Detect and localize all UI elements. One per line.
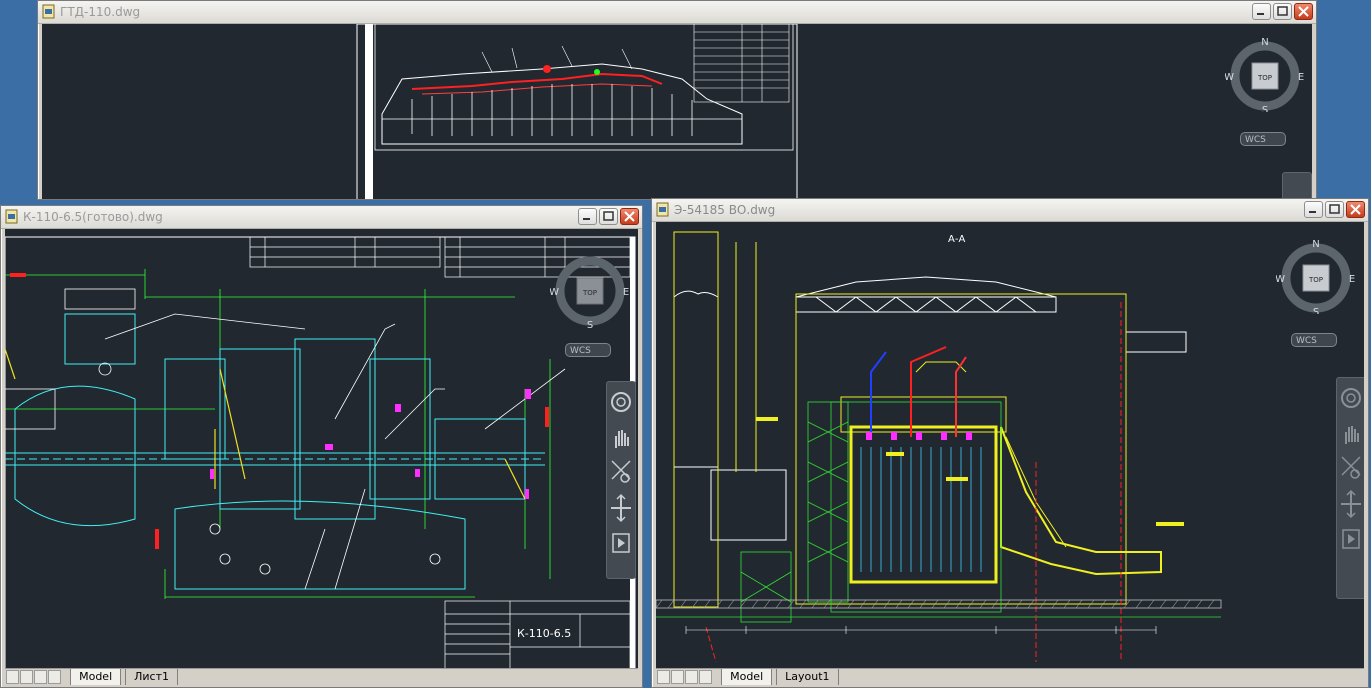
- caption-buttons: [576, 208, 639, 226]
- navigation-bar[interactable]: [1282, 172, 1312, 199]
- compass-south: S: [1262, 105, 1268, 112]
- tab-last-button[interactable]: [48, 670, 61, 684]
- caption-buttons: [1250, 3, 1313, 21]
- titlebar-gtd110[interactable]: ГТД-110.dwg: [38, 1, 1316, 24]
- minimize-button[interactable]: [1304, 201, 1323, 218]
- minimize-button[interactable]: [1252, 3, 1271, 20]
- layout-tabs: Model Лист1: [5, 668, 638, 687]
- document-icon: [5, 209, 18, 224]
- minimize-icon: [1309, 211, 1316, 213]
- tab-next-button[interactable]: [34, 670, 47, 684]
- compass-south: S: [587, 320, 593, 331]
- navigation-bar[interactable]: [1336, 377, 1364, 599]
- minimize-icon: [583, 218, 590, 220]
- minimize-button[interactable]: [578, 208, 597, 225]
- maximize-button[interactable]: [599, 208, 618, 225]
- close-icon: [1298, 6, 1309, 17]
- compass-north: N: [1312, 239, 1319, 250]
- compass-east: E: [1349, 274, 1355, 285]
- model-space-viewport[interactable]: К-110-6.5 TOP S E W WCS: [5, 229, 638, 668]
- compass-east: E: [1298, 72, 1304, 83]
- titlebar-k110[interactable]: К-110-6.5(готово).dwg: [1, 206, 642, 229]
- tab-next-button[interactable]: [685, 670, 698, 684]
- wcs-menu[interactable]: WCS: [1240, 132, 1286, 146]
- close-icon: [1350, 204, 1361, 215]
- titlebar-e54185[interactable]: Э-54185 ВО.dwg: [652, 199, 1368, 222]
- window-gtd110[interactable]: ГТД-110.dwg TOP N S E W WCS: [37, 0, 1317, 200]
- orbit-icon[interactable]: [1337, 486, 1364, 522]
- maximize-button[interactable]: [1325, 201, 1344, 218]
- window-k110[interactable]: К-110-6.5(готово).dwg К-110-6.5 TOP S E …: [0, 205, 643, 688]
- compass-west: W: [550, 287, 559, 298]
- tab-last-button[interactable]: [699, 670, 712, 684]
- layout-tabs: Model Layout1: [656, 668, 1364, 687]
- tab-layout[interactable]: Лист1: [125, 669, 178, 685]
- steering-wheel-icon[interactable]: [607, 382, 635, 422]
- tab-first-button[interactable]: [6, 670, 19, 684]
- close-button[interactable]: [1294, 3, 1313, 20]
- pan-icon[interactable]: [1337, 418, 1364, 452]
- maximize-icon: [1329, 204, 1340, 214]
- pan-icon[interactable]: [607, 422, 635, 456]
- showmotion-icon[interactable]: [1337, 522, 1364, 556]
- tab-prev-button[interactable]: [20, 670, 33, 684]
- wcs-label: WCS: [1296, 336, 1317, 346]
- maximize-icon: [1277, 6, 1288, 16]
- compass-west: W: [1225, 72, 1234, 83]
- steering-wheel-icon[interactable]: [1337, 378, 1364, 418]
- wcs-label: WCS: [1245, 135, 1266, 145]
- stamp-label: К-110-6.5: [517, 627, 571, 640]
- orbit-icon[interactable]: [607, 490, 635, 526]
- viewcube[interactable]: TOP S E W: [550, 251, 630, 331]
- viewcube-top-label: TOP: [1308, 276, 1323, 284]
- model-space-viewport[interactable]: TOP N S E W WCS: [42, 24, 1312, 199]
- tab-layout[interactable]: Layout1: [776, 669, 839, 685]
- compass-west: W: [1276, 274, 1285, 285]
- maximize-icon: [603, 211, 614, 221]
- document-icon: [656, 202, 669, 217]
- wcs-label: WCS: [570, 346, 591, 356]
- window-title: ГТД-110.dwg: [60, 5, 141, 19]
- viewcube[interactable]: TOP N S E W: [1276, 234, 1356, 314]
- drawing-k110: К-110-6.5: [5, 236, 636, 668]
- zoom-icon[interactable]: [607, 456, 635, 490]
- tab-model[interactable]: Model: [721, 669, 773, 685]
- drawing-e54185: А-А: [656, 231, 1222, 663]
- viewcube-top-label: TOP: [1257, 74, 1272, 82]
- viewcube[interactable]: TOP N S E W: [1225, 32, 1305, 112]
- model-space-viewport[interactable]: А-А TOP N S E W WCS: [656, 222, 1364, 668]
- window-title: К-110-6.5(готово).dwg: [23, 210, 163, 224]
- compass-south: S: [1313, 307, 1319, 314]
- navigation-bar[interactable]: [606, 381, 636, 579]
- viewcube-top-label: TOP: [582, 289, 597, 297]
- section-label: А-А: [948, 234, 965, 245]
- compass-east: E: [623, 287, 629, 298]
- close-icon: [624, 211, 635, 222]
- document-icon: [42, 4, 55, 19]
- tab-prev-button[interactable]: [671, 670, 684, 684]
- tab-first-button[interactable]: [657, 670, 670, 684]
- wcs-menu[interactable]: WCS: [565, 343, 611, 357]
- window-title: Э-54185 ВО.dwg: [674, 203, 776, 217]
- wcs-menu[interactable]: WCS: [1291, 333, 1337, 347]
- showmotion-icon[interactable]: [607, 526, 635, 560]
- close-button[interactable]: [1346, 201, 1365, 218]
- close-button[interactable]: [620, 208, 639, 225]
- tab-model[interactable]: Model: [70, 669, 122, 685]
- compass-north: N: [1261, 37, 1268, 48]
- drawing-gtd110: [356, 24, 798, 199]
- caption-buttons: [1302, 201, 1365, 219]
- zoom-icon[interactable]: [1337, 452, 1364, 486]
- window-e54185[interactable]: Э-54185 ВО.dwg А-А TOP N S E W WCS Model…: [651, 198, 1369, 688]
- maximize-button[interactable]: [1273, 3, 1292, 20]
- minimize-icon: [1257, 13, 1264, 15]
